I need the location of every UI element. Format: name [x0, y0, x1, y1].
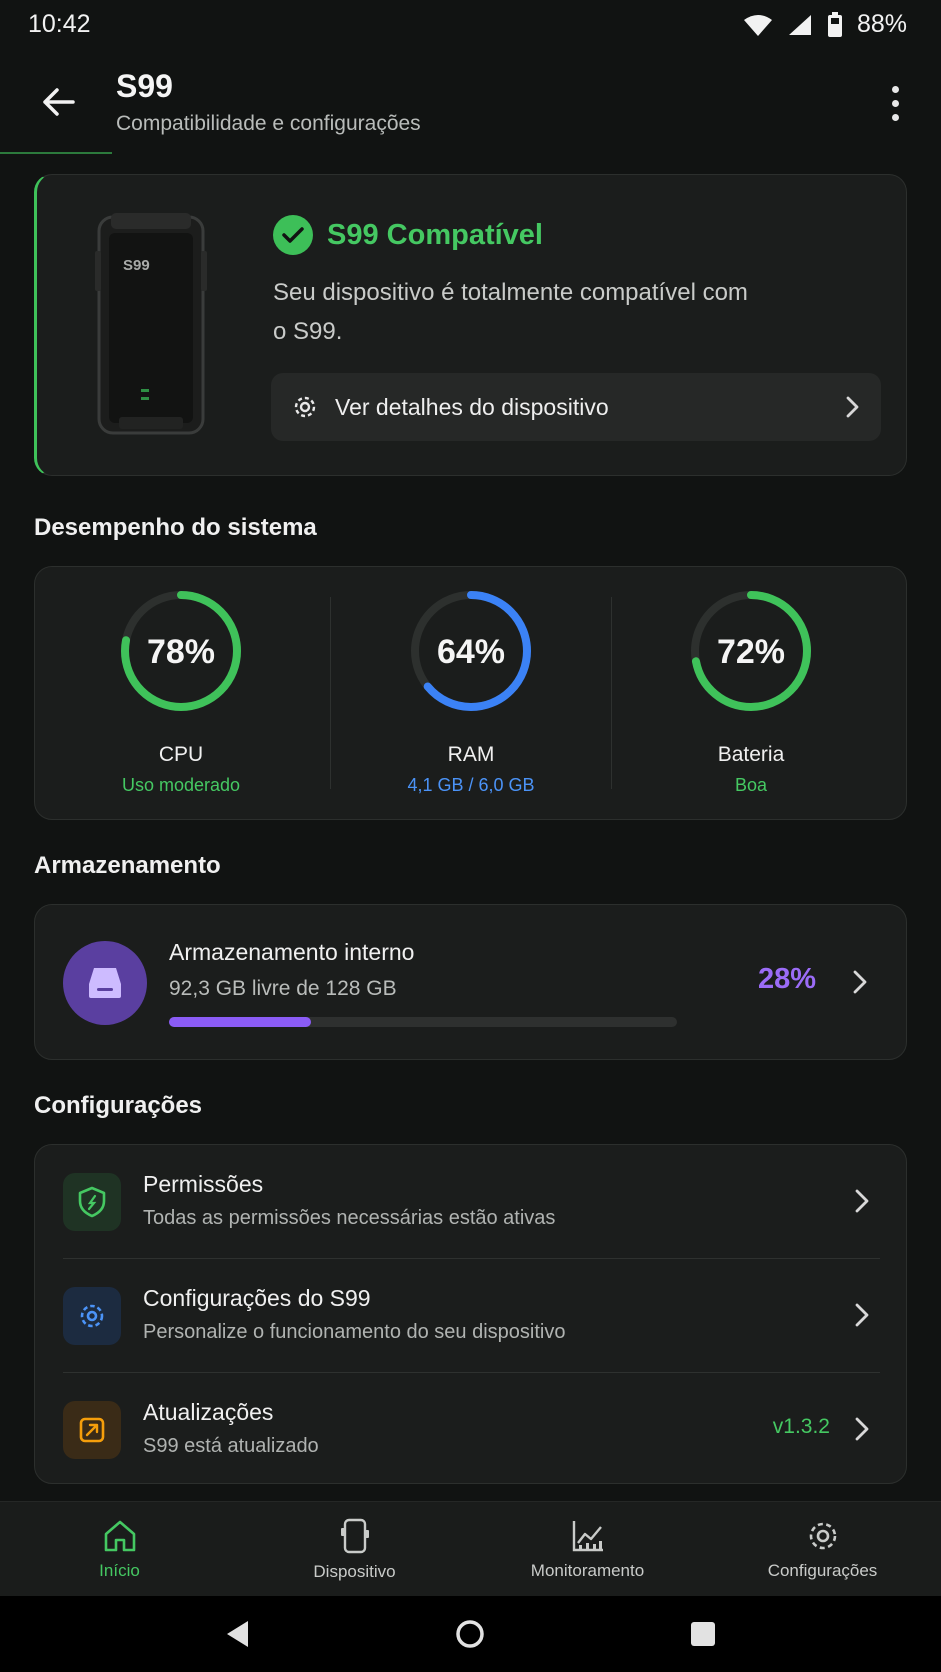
storage-name: Armazenamento interno — [169, 939, 415, 965]
update-icon — [63, 1401, 121, 1459]
nav-label: Configurações — [767, 1560, 878, 1580]
battery-icon — [827, 11, 842, 37]
setting-title: Permissões — [143, 1171, 264, 1197]
status-time: 10:42 — [28, 10, 91, 38]
back-button[interactable] — [30, 76, 86, 128]
setting-subtitle: Personalize o funcionamento do seu dispo… — [143, 1321, 566, 1343]
circle-home-icon — [456, 1620, 484, 1648]
gauge-sub: Uso moderado — [121, 775, 241, 795]
chevron-right-icon — [846, 396, 859, 418]
gauge-value: 72% — [716, 633, 786, 671]
cpu-gauge: 78% CPU Uso moderado — [41, 567, 321, 821]
device-image — [95, 213, 207, 435]
internal-storage-card[interactable]: Armazenamento interno 92,3 GB livre de 1… — [34, 904, 907, 1060]
system-back-button[interactable] — [218, 1616, 258, 1652]
triangle-back-icon — [227, 1621, 248, 1647]
nav-item-device[interactable]: Dispositivo — [237, 1502, 472, 1597]
chart-icon — [572, 1520, 603, 1551]
home-icon — [104, 1520, 135, 1551]
performance-card: 78% CPU Uso moderado 64% RAM 4,1 GB / 6,… — [34, 566, 907, 820]
device-details-label: Ver detalhes do dispositivo — [335, 393, 609, 420]
more-dot — [891, 99, 899, 107]
s99-settings-row[interactable]: Configurações do S99 Personalize o funci… — [35, 1259, 908, 1371]
compat-status: S99 Compatível — [273, 215, 543, 255]
device-details-button[interactable]: Ver detalhes do dispositivo — [271, 373, 881, 441]
system-recents-button[interactable] — [683, 1616, 723, 1652]
page-subtitle: Compatibilidade e configurações — [116, 112, 421, 135]
gauge-label: Bateria — [717, 743, 785, 766]
storage-percent: 28% — [757, 963, 816, 995]
setting-title: Atualizações — [143, 1399, 274, 1425]
nav-item-home[interactable]: Início — [2, 1502, 237, 1597]
battery-percent: 88% — [856, 10, 907, 38]
version-label: v1.3.2 — [772, 1415, 830, 1438]
gauge-value: 64% — [436, 633, 506, 671]
ram-gauge: 64% RAM 4,1 GB / 6,0 GB — [331, 567, 611, 821]
status-bar: 10:42 88% — [0, 0, 941, 52]
storage-free: 92,3 GB livre de 128 GB — [169, 977, 397, 1000]
gear-icon — [294, 396, 316, 418]
compatibility-card: S99 S99 Compatível Seu dispositivo é tot… — [34, 174, 907, 476]
phone-icon — [340, 1518, 369, 1553]
check-circle-icon — [273, 215, 313, 255]
more-dot — [891, 113, 899, 121]
bottom-navigation: Início Dispositivo Monitoramento Configu… — [0, 1501, 941, 1596]
nav-label: Início — [99, 1560, 140, 1580]
gauge-value: 78% — [146, 633, 216, 671]
performance-section-title: Desempenho do sistema — [34, 514, 317, 541]
settings-card: Permissões Todas as permissões necessári… — [34, 1144, 907, 1484]
system-navigation-bar — [0, 1596, 941, 1672]
more-dot — [891, 85, 899, 93]
system-home-button[interactable] — [450, 1616, 490, 1652]
storage-progress-bar — [169, 1017, 677, 1027]
nav-item-settings[interactable]: Configurações — [705, 1502, 940, 1597]
settings-section-title: Configurações — [34, 1092, 203, 1119]
gear-icon — [63, 1287, 121, 1345]
status-icons: 88% — [743, 10, 907, 39]
compat-title: S99 Compatível — [327, 218, 543, 251]
gauge-sub: 4,1 GB / 6,0 GB — [407, 775, 535, 795]
gear-icon — [809, 1522, 836, 1549]
nav-item-monitoring[interactable]: Monitoramento — [470, 1502, 705, 1597]
gauge-label: CPU — [158, 743, 204, 766]
device-image-label: S99 — [123, 257, 150, 274]
chevron-right-icon — [852, 1300, 872, 1330]
wifi-icon — [743, 14, 772, 36]
arrow-left-icon — [43, 88, 75, 116]
setting-subtitle: S99 está atualizado — [143, 1435, 319, 1457]
permissions-row[interactable]: Permissões Todas as permissões necessári… — [35, 1145, 908, 1257]
square-recents-icon — [691, 1622, 715, 1646]
chevron-right-icon — [852, 1414, 872, 1444]
storage-section-title: Armazenamento — [34, 852, 221, 879]
chevron-right-icon — [850, 967, 870, 997]
chevron-right-icon — [852, 1186, 872, 1216]
page-title: S99 — [116, 68, 173, 104]
gauge-label: RAM — [447, 743, 495, 766]
updates-row[interactable]: Atualizações S99 está atualizado v1.3.2 — [35, 1373, 908, 1485]
signal-icon — [788, 14, 811, 35]
nav-label: Dispositivo — [313, 1561, 396, 1581]
gauge-sub: Boa — [734, 775, 768, 795]
storage-progress-fill — [169, 1017, 312, 1027]
app-bar-indicator — [0, 152, 112, 154]
setting-subtitle: Todas as permissões necessárias estão at… — [143, 1207, 556, 1229]
shield-icon — [63, 1173, 121, 1231]
compat-description: Seu dispositivo é totalmente compatível … — [273, 279, 748, 345]
more-options-button[interactable] — [877, 80, 913, 126]
app-bar: S99 Compatibilidade e configurações — [0, 52, 941, 152]
storage-icon — [63, 941, 147, 1025]
battery-gauge: 72% Bateria Boa — [611, 567, 891, 821]
setting-title: Configurações do S99 — [143, 1285, 371, 1311]
nav-label: Monitoramento — [530, 1560, 645, 1580]
